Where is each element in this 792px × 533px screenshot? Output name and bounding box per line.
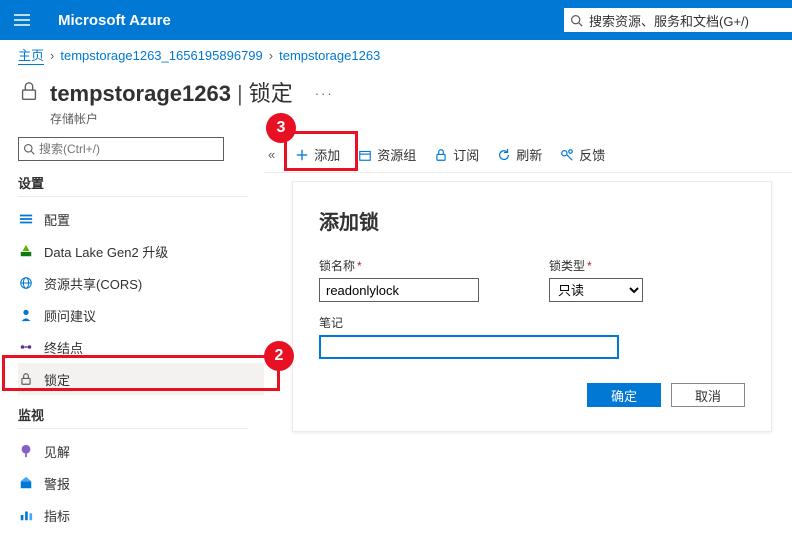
cancel-button[interactable]: 取消: [671, 383, 745, 407]
more-actions[interactable]: ···: [315, 86, 334, 101]
subscription-button[interactable]: 订阅: [434, 145, 479, 164]
endpoint-icon: [18, 339, 34, 355]
hamburger-icon: [14, 14, 30, 26]
feedback-icon: [560, 148, 574, 162]
panel-title: 添加锁: [319, 206, 745, 235]
nav-item-label: 警报: [44, 474, 70, 493]
nav-item-metrics[interactable]: 指标: [18, 499, 264, 531]
nav-item-endpoints[interactable]: 终结点: [18, 331, 264, 363]
notes-input[interactable]: [319, 335, 619, 359]
breadcrumb-item-1[interactable]: tempstorage1263: [279, 48, 380, 63]
search-icon: [570, 14, 583, 27]
datalake-icon: [18, 243, 34, 259]
add-button[interactable]: 添加: [295, 145, 340, 164]
main-content: « 添加 资源组 订阅 刷新 反馈 3: [268, 137, 792, 531]
lock-icon: [18, 371, 34, 387]
breadcrumb-home[interactable]: 主页: [18, 45, 44, 65]
refresh-icon: [497, 148, 511, 162]
top-bar: Microsoft Azure 搜索资源、服务和文档(G+/): [0, 0, 792, 40]
nav-item-advisor[interactable]: 顾问建议: [18, 299, 264, 331]
nav-search[interactable]: [18, 137, 224, 161]
lock-icon: [434, 148, 448, 162]
insights-icon: [18, 443, 34, 459]
nav-item-label: 顾问建议: [44, 306, 96, 325]
subscription-label: 订阅: [453, 145, 479, 164]
nav-group-settings: 设置: [18, 173, 248, 197]
left-nav: 设置 配置 Data Lake Gen2 升级 资源共享(CORS) 顾问建议 …: [18, 137, 268, 531]
search-icon: [23, 143, 35, 155]
nav-item-label: 终结点: [44, 338, 83, 357]
resource-group-button[interactable]: 资源组: [358, 145, 416, 164]
lock-icon: [18, 80, 40, 105]
breadcrumb: 主页 › tempstorage1263_1656195896799 › tem…: [0, 40, 792, 70]
nav-item-label: 指标: [44, 506, 70, 525]
nav-search-input[interactable]: [39, 142, 209, 156]
nav-item-datalake[interactable]: Data Lake Gen2 升级: [18, 235, 264, 267]
nav-item-insights[interactable]: 见解: [18, 435, 264, 467]
ok-button[interactable]: 确定: [587, 383, 661, 407]
resource-group-icon: [358, 148, 372, 162]
toolbar: « 添加 资源组 订阅 刷新 反馈: [264, 137, 792, 173]
nav-item-label: 锁定: [44, 370, 70, 389]
page-title-section: 锁定: [249, 81, 293, 106]
refresh-button[interactable]: 刷新: [497, 145, 542, 164]
alerts-icon: [18, 475, 34, 491]
title-row: tempstorage1263|锁定 存储帐户 ···: [0, 70, 792, 137]
refresh-label: 刷新: [516, 145, 542, 164]
config-icon: [18, 211, 34, 227]
nav-group-monitoring: 监视: [18, 405, 248, 429]
plus-icon: [295, 148, 309, 162]
globe-icon: [18, 275, 34, 291]
nav-item-cors[interactable]: 资源共享(CORS): [18, 267, 264, 299]
nav-item-label: Data Lake Gen2 升级: [44, 242, 168, 261]
lock-type-label: 锁类型*: [549, 257, 643, 274]
page-title-resource: tempstorage1263: [50, 81, 231, 106]
nav-item-alerts[interactable]: 警报: [18, 467, 264, 499]
add-lock-panel: 添加锁 锁名称* 锁类型* 只读 笔记 确定 取消: [292, 181, 772, 432]
nav-item-config[interactable]: 配置: [18, 203, 264, 235]
collapse-chevron-icon[interactable]: «: [268, 147, 275, 162]
feedback-label: 反馈: [579, 145, 605, 164]
brand-label: Microsoft Azure: [58, 12, 171, 29]
add-label: 添加: [314, 145, 340, 164]
page-subtitle: 存储帐户: [50, 110, 293, 127]
lock-name-input[interactable]: [319, 278, 479, 302]
global-search[interactable]: 搜索资源、服务和文档(G+/): [564, 8, 792, 32]
nav-item-label: 配置: [44, 210, 70, 229]
lock-name-label: 锁名称*: [319, 257, 479, 274]
resource-group-label: 资源组: [377, 145, 416, 164]
metrics-icon: [18, 507, 34, 523]
notes-label: 笔记: [319, 314, 745, 331]
nav-item-locks[interactable]: 锁定: [18, 363, 264, 395]
hamburger-menu[interactable]: [10, 0, 34, 40]
advisor-icon: [18, 307, 34, 323]
lock-type-select[interactable]: 只读: [549, 278, 643, 302]
nav-item-label: 资源共享(CORS): [44, 274, 142, 293]
global-search-placeholder: 搜索资源、服务和文档(G+/): [589, 11, 749, 30]
nav-item-label: 见解: [44, 442, 70, 461]
feedback-button[interactable]: 反馈: [560, 145, 605, 164]
breadcrumb-item-0[interactable]: tempstorage1263_1656195896799: [60, 48, 262, 63]
